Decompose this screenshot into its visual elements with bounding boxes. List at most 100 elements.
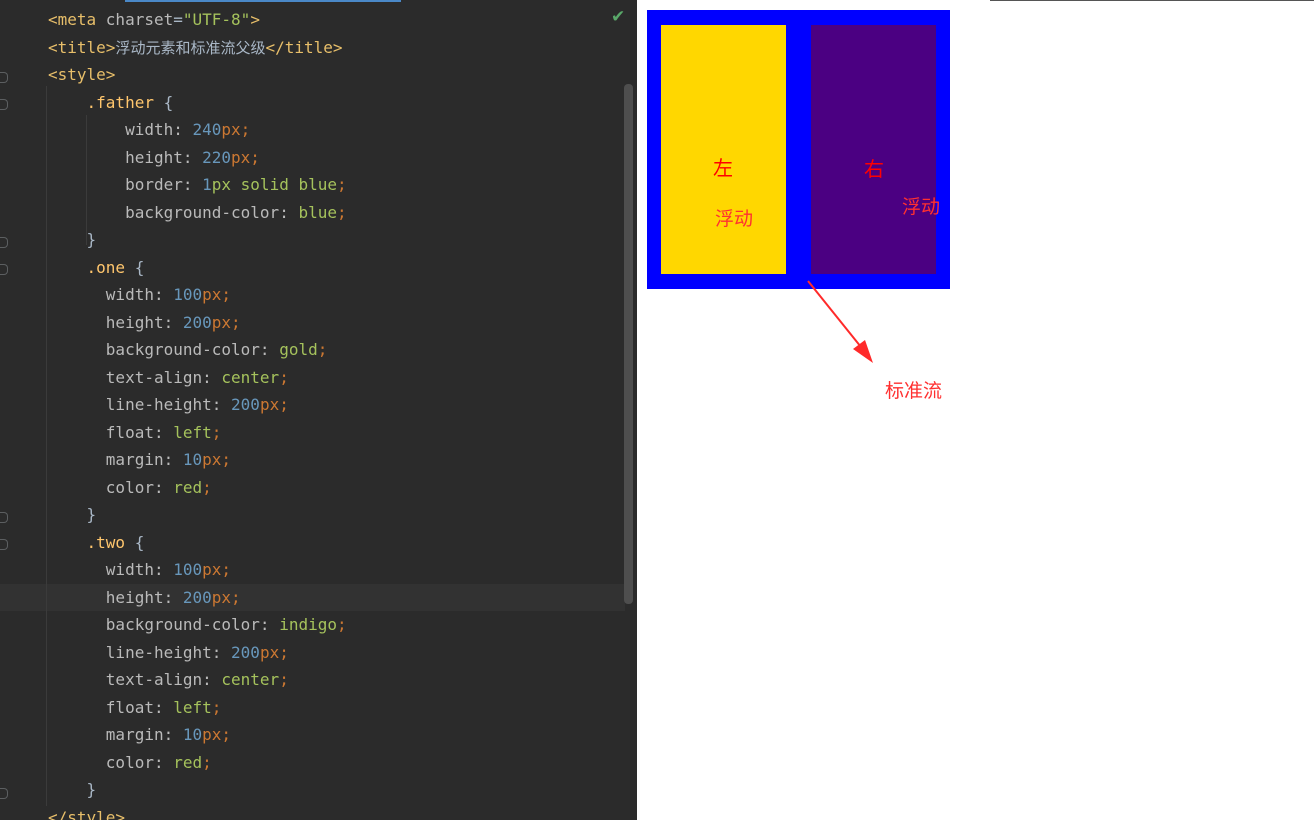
- code-line[interactable]: <meta charset="UTF-8">: [48, 6, 260, 34]
- code-token: </title>: [265, 37, 343, 57]
- code-token: px: [259, 642, 280, 662]
- code-token: gold: [279, 340, 318, 359]
- code-line[interactable]: }: [48, 226, 97, 254]
- code-token: px: [259, 395, 280, 414]
- code-token: width:: [48, 285, 174, 304]
- code-token: height:: [48, 587, 183, 607]
- code-token: 200: [182, 587, 212, 607]
- code-token: indigo: [279, 615, 337, 634]
- code-line[interactable]: float: left;: [48, 419, 222, 447]
- code-line[interactable]: height: 200px;: [48, 584, 241, 612]
- code-line[interactable]: margin: 10px;: [48, 446, 231, 474]
- fold-marker-icon[interactable]: [0, 72, 8, 83]
- code-token: float:: [48, 697, 174, 717]
- code-token: color:: [48, 477, 174, 497]
- code-line[interactable]: border: 1px solid blue;: [48, 171, 347, 199]
- code-token: ;: [231, 312, 241, 332]
- fold-marker-icon[interactable]: [0, 99, 8, 110]
- code-line[interactable]: text-align: center;: [48, 364, 289, 392]
- code-token: charset: [105, 10, 174, 29]
- code-token: ;: [221, 285, 232, 304]
- code-line[interactable]: </style>: [48, 804, 125, 820]
- check-icon: ✔: [611, 7, 626, 27]
- code-line[interactable]: line-height: 200px;: [48, 391, 289, 419]
- code-token: px: [211, 312, 232, 332]
- code-line[interactable]: }: [48, 501, 97, 529]
- code-line[interactable]: height: 220px;: [48, 144, 260, 172]
- indent-guide: [46, 86, 47, 806]
- code-token: .one: [48, 257, 135, 277]
- code-token: px: [211, 587, 232, 607]
- code-token: ;: [221, 560, 232, 579]
- code-line[interactable]: text-align: center;: [48, 666, 289, 694]
- code-token: ;: [240, 120, 251, 139]
- code-token: background-color:: [48, 340, 280, 359]
- arrow-shaft: [807, 280, 866, 353]
- code-token: .father: [48, 92, 164, 112]
- code-token: left: [173, 697, 212, 717]
- code-token: text-align:: [48, 367, 222, 387]
- code-line[interactable]: line-height: 200px;: [48, 639, 289, 667]
- code-line[interactable]: width: 100px;: [48, 556, 231, 584]
- code-token: float:: [48, 422, 174, 442]
- code-line[interactable]: .two {: [48, 529, 145, 557]
- code-line[interactable]: <title>浮动元素和标准流父级</title>: [48, 34, 343, 62]
- code-line[interactable]: background-color: blue;: [48, 199, 347, 227]
- code-token: {: [134, 532, 145, 552]
- code-line[interactable]: background-color: indigo;: [48, 611, 347, 639]
- code-token: background-color:: [48, 615, 280, 634]
- fold-marker-icon[interactable]: [0, 237, 8, 248]
- code-line[interactable]: width: 100px;: [48, 281, 231, 309]
- code-token: height:: [48, 312, 183, 332]
- fold-marker-icon[interactable]: [0, 512, 8, 523]
- code-line[interactable]: .father {: [48, 89, 174, 117]
- code-line[interactable]: .one {: [48, 254, 145, 282]
- code-token: ;: [221, 450, 232, 469]
- code-token: px: [202, 560, 222, 579]
- code-token: border:: [48, 175, 203, 194]
- annotation-arrow: [807, 280, 873, 363]
- code-line[interactable]: float: left;: [48, 694, 222, 722]
- code-token: "UTF-8": [182, 10, 251, 29]
- code-line[interactable]: margin: 10px;: [48, 721, 231, 749]
- code-line[interactable]: color: red;: [48, 474, 212, 502]
- code-token: px: [202, 285, 222, 304]
- code-token: }: [48, 780, 97, 799]
- arrow-head-icon: [853, 340, 873, 363]
- code-token: color:: [48, 752, 174, 772]
- code-token: text-align:: [48, 670, 222, 689]
- code-token: ;: [211, 422, 222, 442]
- code-editor[interactable]: <meta charset="UTF-8"> <title>浮动元素和标准流父级<…: [0, 0, 637, 820]
- code-token: </style>: [48, 807, 126, 820]
- standard-flow-annotation: 标准流: [885, 380, 943, 402]
- fold-marker-icon[interactable]: [0, 788, 8, 799]
- code-token: }: [48, 230, 97, 249]
- code-token: .two: [48, 532, 135, 552]
- code-token: line-height:: [48, 642, 232, 662]
- vertical-scrollbar[interactable]: [624, 84, 633, 604]
- code-token: 100: [173, 560, 203, 579]
- code-token: >: [250, 10, 260, 29]
- code-line[interactable]: }: [48, 776, 97, 804]
- code-token: 100: [173, 285, 203, 304]
- fold-marker-icon[interactable]: [0, 264, 8, 275]
- code-token: center: [221, 367, 280, 387]
- code-token: px: [231, 147, 251, 167]
- code-token: height:: [48, 147, 203, 167]
- code-line[interactable]: color: red;: [48, 749, 212, 777]
- code-line[interactable]: <style>: [48, 61, 115, 89]
- code-token: 200: [182, 312, 212, 332]
- code-token: <style>: [48, 65, 116, 84]
- code-token: ;: [231, 587, 241, 607]
- fold-marker-icon[interactable]: [0, 539, 8, 550]
- code-token: px: [202, 725, 222, 744]
- code-token: 200: [231, 642, 260, 662]
- code-token: {: [163, 92, 174, 112]
- code-token: 240: [192, 120, 222, 139]
- editor-gutter: [0, 0, 44, 820]
- code-line[interactable]: height: 200px;: [48, 309, 241, 337]
- code-line[interactable]: width: 240px;: [48, 116, 250, 144]
- code-token: ;: [211, 697, 222, 717]
- code-token: 200: [231, 395, 260, 414]
- code-line[interactable]: background-color: gold;: [48, 336, 328, 364]
